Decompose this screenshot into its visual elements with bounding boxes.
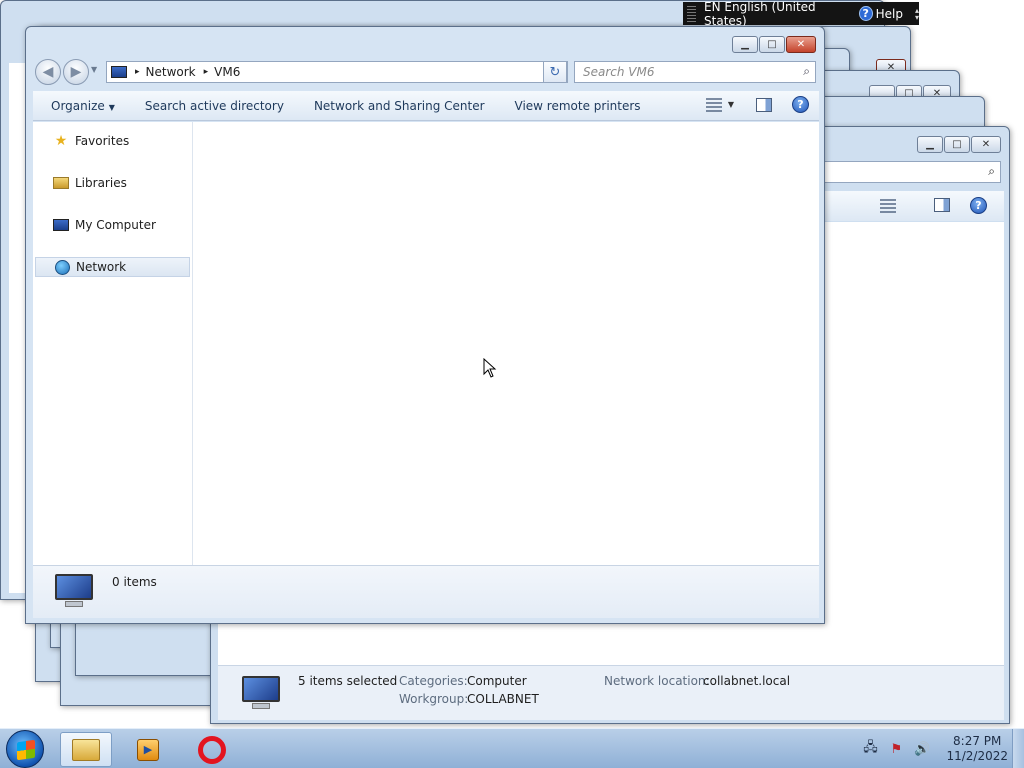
libraries-icon xyxy=(53,175,69,191)
recent-pages-chevron-icon[interactable]: ▼ xyxy=(91,65,97,74)
show-desktop-button[interactable] xyxy=(1012,729,1024,768)
refresh-button[interactable]: ↻ xyxy=(543,61,567,83)
star-icon: ★ xyxy=(54,133,68,149)
computer-icon xyxy=(51,574,93,608)
help-icon[interactable]: ? xyxy=(858,6,873,21)
computer-icon xyxy=(238,676,280,710)
details-pane: 0 items xyxy=(33,565,819,618)
computer-icon xyxy=(53,217,69,233)
views-icon[interactable] xyxy=(880,199,896,213)
selection-count: 5 items selected xyxy=(298,674,398,688)
clock-time: 8:27 PM xyxy=(953,734,1002,748)
notification-area: 🖧 ⚑ 🔊 8:27 PM 11/2/2022 xyxy=(862,733,1008,765)
forward-button[interactable]: ▶ xyxy=(63,59,89,85)
front-bg-status: 5 items selected Categories: Computer Wo… xyxy=(218,665,1004,720)
start-orb-icon[interactable] xyxy=(6,730,44,768)
command-bar: Organize ▼ Search active directory Networ… xyxy=(33,91,819,121)
taskbar-opera-button[interactable] xyxy=(186,732,238,767)
maximize-icon[interactable]: □ xyxy=(759,36,785,53)
nav-item-label: Network xyxy=(76,260,127,274)
background-window-1-body xyxy=(9,63,25,593)
language-indicator[interactable]: EN English (United States) xyxy=(704,0,847,28)
address-bar[interactable]: ▸ Network ▸ VM6 ▼ xyxy=(106,61,568,83)
preview-pane-icon[interactable] xyxy=(756,97,772,112)
action-center-icon[interactable]: ⚑ xyxy=(888,741,904,757)
nav-item-favorites[interactable]: ★ Favorites xyxy=(35,131,190,151)
views-icon[interactable] xyxy=(705,97,722,112)
clock-date: 11/2/2022 xyxy=(946,749,1008,763)
breadcrumb-vm6[interactable]: VM6 xyxy=(214,65,240,79)
breadcrumb-separator-icon[interactable]: ▸ xyxy=(204,67,209,77)
search-box[interactable]: ⌕ xyxy=(574,61,816,83)
navigation-pane: ★ Favorites Libraries My Computer Networ… xyxy=(33,122,193,565)
item-count: 0 items xyxy=(112,575,157,589)
breadcrumb-network[interactable]: Network xyxy=(146,65,196,79)
categories-value: Computer xyxy=(467,674,527,688)
language-bar-help[interactable]: Help xyxy=(876,7,903,21)
workgroup-label: Workgroup: xyxy=(399,692,469,706)
taskbar: ▶ 🖧 ⚑ 🔊 8:27 PM 11/2/2022 xyxy=(0,728,1024,768)
chevron-down-icon: ▼ xyxy=(108,102,115,112)
language-bar-grip[interactable] xyxy=(687,5,697,22)
front-bg-caption-buttons: ▁ □ ✕ xyxy=(916,136,1001,153)
mouse-cursor-icon xyxy=(483,358,497,378)
organize-label: Organize xyxy=(51,98,105,113)
help-icon[interactable]: ? xyxy=(970,197,987,214)
help-icon[interactable]: ? xyxy=(792,96,809,113)
close-icon[interactable]: ✕ xyxy=(971,136,1001,153)
navigation-buttons: ◀ ▶ xyxy=(35,59,91,85)
nav-item-libraries[interactable]: Libraries xyxy=(35,173,190,193)
network-location-label: Network location: xyxy=(604,674,710,688)
taskbar-media-player-button[interactable]: ▶ xyxy=(122,732,174,767)
minimize-icon[interactable]: ▁ xyxy=(732,36,758,53)
minimize-icon[interactable]: ▁ xyxy=(917,136,943,153)
organize-button[interactable]: Organize ▼ xyxy=(33,99,130,113)
file-list-area[interactable] xyxy=(193,122,819,565)
network-sharing-center-button[interactable]: Network and Sharing Center xyxy=(299,99,500,113)
nav-item-label: My Computer xyxy=(75,218,156,232)
nav-item-label: Libraries xyxy=(75,176,127,190)
nav-item-network[interactable]: Network xyxy=(35,257,190,277)
network-globe-icon xyxy=(54,259,70,275)
opera-icon xyxy=(198,735,226,764)
language-bar-options-icon[interactable]: ▴ ▾ xyxy=(915,6,919,21)
close-icon[interactable]: ✕ xyxy=(786,36,816,53)
search-icon[interactable]: ⌕ xyxy=(803,64,810,79)
categories-label: Categories: xyxy=(399,674,468,688)
network-tray-icon[interactable]: 🖧 xyxy=(862,740,878,757)
view-remote-printers-button[interactable]: View remote printers xyxy=(500,99,656,113)
maximize-icon[interactable]: □ xyxy=(944,136,970,153)
search-icon: ⌕ xyxy=(988,164,995,178)
view-controls: ▼ ? xyxy=(705,96,809,113)
nav-item-label: Favorites xyxy=(75,134,130,148)
preview-pane-icon[interactable] xyxy=(934,198,950,212)
language-bar[interactable]: EN English (United States) ? Help ▴ ▾ xyxy=(683,0,919,28)
taskbar-explorer-button[interactable] xyxy=(60,732,112,767)
chevron-down-icon[interactable]: ▼ xyxy=(728,100,734,109)
back-button[interactable]: ◀ xyxy=(35,59,61,85)
explorer-window[interactable]: ▁ □ ✕ ◀ ▶ ▼ ▸ Network ▸ VM6 ▼ ↻ ⌕ Organi… xyxy=(25,26,825,624)
explorer-folder-icon xyxy=(72,738,100,761)
search-active-directory-button[interactable]: Search active directory xyxy=(130,99,299,113)
refresh-icon: ↻ xyxy=(549,64,561,80)
volume-icon[interactable]: 🔊 xyxy=(914,741,930,757)
caption-buttons: ▁ □ ✕ xyxy=(731,36,816,53)
computer-icon xyxy=(111,66,127,78)
breadcrumb-separator-icon[interactable]: ▸ xyxy=(135,67,140,77)
search-input[interactable] xyxy=(583,65,783,79)
nav-item-my-computer[interactable]: My Computer xyxy=(35,215,190,235)
system-clock[interactable]: 8:27 PM 11/2/2022 xyxy=(946,734,1008,764)
media-player-icon: ▶ xyxy=(137,738,159,761)
workgroup-value: COLLABNET xyxy=(467,692,539,706)
network-location-value: collabnet.local xyxy=(703,674,791,688)
